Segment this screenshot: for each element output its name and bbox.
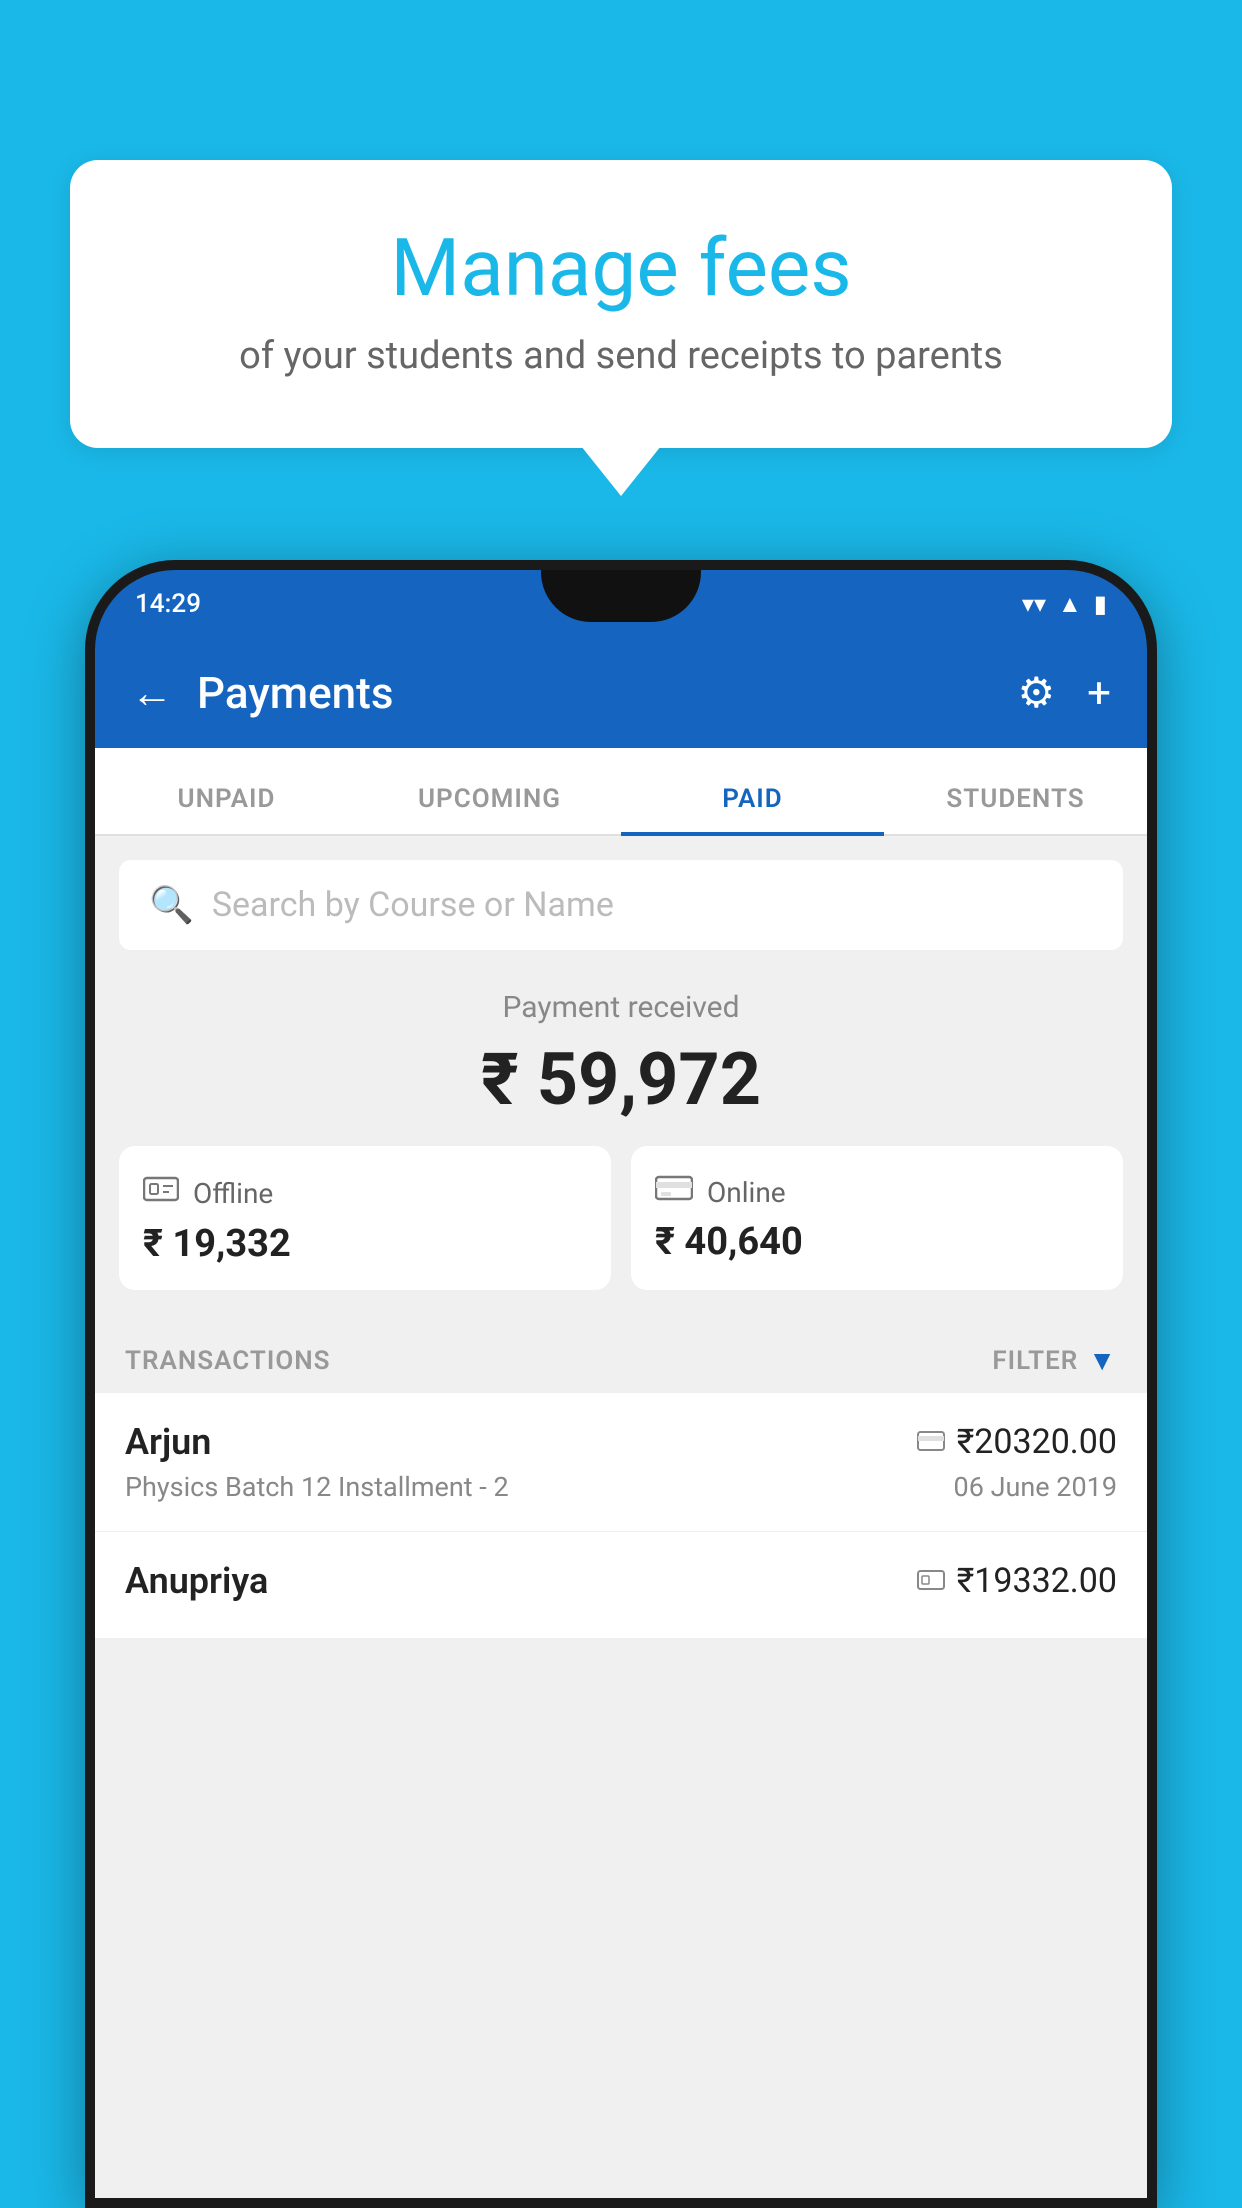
transaction-row[interactable]: Arjun ₹20320.00 Physics Batch 12 Install… [95,1393,1147,1532]
transaction-amount-2: ₹19332.00 [957,1561,1117,1601]
signal-icon: ▲ [1058,590,1082,619]
settings-icon[interactable]: ⚙ [1018,668,1056,718]
offline-label: Offline [193,1177,273,1210]
app-bar-actions: ⚙ + [1018,668,1112,718]
transaction-name-2: Anupriya [125,1560,268,1602]
online-card: Online ₹ 40,640 [631,1146,1123,1290]
offline-icon [143,1174,179,1212]
filter-button[interactable]: FILTER ▼ [992,1344,1117,1377]
transaction-row[interactable]: Anupriya ₹19332.00 [95,1532,1147,1639]
tab-unpaid[interactable]: UNPAID [95,784,358,836]
payment-total-amount: ₹ 59,972 [119,1037,1123,1122]
tab-upcoming[interactable]: UPCOMING [358,784,621,836]
transaction-amount-wrap-2: ₹19332.00 [917,1561,1117,1601]
transaction-top: Arjun ₹20320.00 [125,1421,1117,1463]
status-time: 14:29 [135,589,201,619]
search-placeholder[interactable]: Search by Course or Name [212,885,614,925]
offline-card: Offline ₹ 19,332 [119,1146,611,1290]
transaction-bottom: Physics Batch 12 Installment - 2 06 June… [125,1471,1117,1503]
search-bar[interactable]: 🔍 Search by Course or Name [119,860,1123,950]
transaction-top-2: Anupriya ₹19332.00 [125,1560,1117,1602]
payment-received-label: Payment received [119,990,1123,1025]
phone-notch [541,570,701,622]
tab-students[interactable]: STUDENTS [884,784,1147,836]
transaction-name: Arjun [125,1421,211,1463]
wifi-icon: ▾▾ [1022,590,1046,618]
offline-card-header: Offline [143,1174,587,1212]
online-amount: ₹ 40,640 [655,1220,1099,1264]
battery-icon: ▮ [1094,590,1107,618]
tab-paid[interactable]: PAID [621,784,884,836]
filter-label: FILTER [992,1346,1078,1376]
speech-bubble: Manage fees of your students and send re… [70,160,1172,448]
card-payment-icon [917,1426,945,1459]
transaction-amount: ₹20320.00 [957,1422,1117,1462]
filter-icon: ▼ [1088,1344,1117,1377]
add-icon[interactable]: + [1087,669,1111,718]
phone-content: 🔍 Search by Course or Name Payment recei… [95,836,1147,2208]
phone-wrapper: 14:29 ▾▾ ▲ ▮ ← Payments ⚙ + UNPAID UPCOM… [85,560,1157,2208]
online-card-header: Online [655,1174,1099,1210]
online-icon [655,1174,693,1210]
bubble-subtitle: of your students and send receipts to pa… [120,334,1122,378]
app-bar: ← Payments ⚙ + [95,638,1147,748]
tabs: UNPAID UPCOMING PAID STUDENTS [95,748,1147,836]
phone-frame: 14:29 ▾▾ ▲ ▮ ← Payments ⚙ + UNPAID UPCOM… [85,560,1157,2208]
transactions-header: TRANSACTIONS FILTER ▼ [95,1320,1147,1393]
transaction-course: Physics Batch 12 Installment - 2 [125,1471,509,1503]
app-bar-title: Payments [197,667,994,719]
search-icon: 🔍 [149,884,194,926]
status-icons: ▾▾ ▲ ▮ [1022,590,1107,619]
transactions-label: TRANSACTIONS [125,1346,331,1376]
transaction-amount-wrap: ₹20320.00 [917,1422,1117,1462]
offline-amount: ₹ 19,332 [143,1222,587,1266]
payment-cards: Offline ₹ 19,332 [95,1146,1147,1320]
back-button[interactable]: ← [131,669,173,718]
bubble-title: Manage fees [120,220,1122,316]
online-label: Online [707,1176,786,1209]
offline-payment-icon [917,1565,945,1598]
payment-received-section: Payment received ₹ 59,972 [95,950,1147,1146]
transaction-date: 06 June 2019 [954,1471,1117,1503]
